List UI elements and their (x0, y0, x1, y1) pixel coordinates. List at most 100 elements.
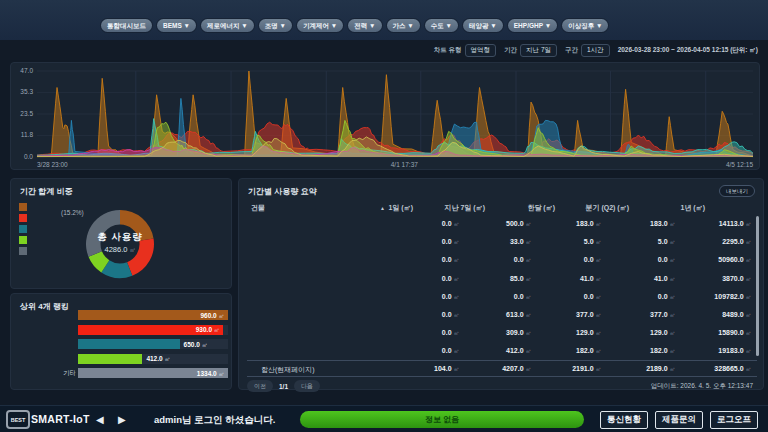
table-title: 기간별 사용량 요약 (248, 186, 316, 197)
cell-4-4: 109782.0 ㎥ (714, 293, 751, 301)
svg-text:23.5: 23.5 (20, 110, 33, 117)
period-select[interactable]: 지난 7일 (520, 44, 557, 57)
cell-5-3: 377.0 ㎥ (650, 311, 675, 319)
cell-3-1: 85.0 ㎥ (510, 275, 531, 283)
cell-7-0: 0.0 ㎥ (442, 347, 459, 355)
page-indicator: 1/1 (279, 383, 288, 390)
nav-gas[interactable]: 가스 ▼ (387, 19, 420, 32)
comm-status-button[interactable]: 통신현황 (600, 411, 648, 429)
cell-4-2: 0.0 ㎥ (584, 293, 601, 301)
col-header-3[interactable]: 분기 (Q2) (㎥) (585, 203, 629, 213)
cell-5-2: 377.0 ㎥ (576, 311, 601, 319)
next-arrow-button[interactable]: ▶ (118, 414, 126, 425)
summary-label: 합산(현재페이지) (261, 365, 315, 375)
brand-title: SMART-IoT (31, 413, 90, 425)
prev-arrow-button[interactable]: ◀ (96, 414, 104, 425)
total-usage-unit: ㎥ (130, 247, 136, 253)
nav-zero-energy[interactable]: 제로에너지 ▼ (201, 19, 254, 32)
total-usage-label: 총 사용량 (70, 231, 170, 244)
cell-1-4: 2295.0 ㎥ (722, 238, 751, 246)
ranking-track-0: 960.0 ㎥ (78, 310, 228, 320)
best-logo: BEST (6, 410, 30, 429)
ranking-row-2: 650.0 ㎥ (20, 339, 228, 349)
col-header-4[interactable]: 1년 (㎥) (681, 203, 706, 213)
col-header-0[interactable]: 1일 (㎥) (389, 203, 414, 213)
login-message: admin님 로그인 하셨습니다. (154, 414, 275, 427)
cell-5-1: 613.0 ㎥ (506, 311, 531, 319)
nav-bems[interactable]: BEMS ▼ (157, 19, 196, 32)
table-row-6[interactable]: 0.0 ㎥309.0 ㎥129.0 ㎥129.0 ㎥15890.0 ㎥ (239, 324, 765, 342)
filter-bar: 차트 유형 영역형 기간 지난 7일 구간 1시간 2026-03-28 23:… (0, 40, 768, 60)
cell-2-2: 0.0 ㎥ (584, 256, 601, 264)
cell-6-0: 0.0 ㎥ (442, 329, 459, 337)
table-row-5[interactable]: 0.0 ㎥613.0 ㎥377.0 ㎥377.0 ㎥8489.0 ㎥ (239, 306, 765, 324)
status-bar: BEST SMART-IoT ◀ ▶ admin님 로그인 하셨습니다. 정보 … (0, 405, 768, 432)
chart-type-select[interactable]: 영역형 (465, 44, 497, 57)
cell-1-2: 5.0 ㎥ (584, 238, 601, 246)
interval-select[interactable]: 1시간 (581, 44, 610, 57)
table-scrollbar[interactable] (756, 216, 759, 356)
nav-dashboard[interactable]: 통합대시보드 (101, 19, 152, 32)
cell-7-4: 19183.0 ㎥ (718, 347, 751, 355)
cell-7-3: 182.0 ㎥ (650, 347, 675, 355)
product-inquiry-button[interactable]: 제품문의 (655, 411, 703, 429)
cell-3-3: 41.0 ㎥ (654, 275, 675, 283)
cell-4-1: 0.0 ㎥ (514, 293, 531, 301)
donut-callout: (15.2%) (61, 209, 84, 216)
nav-ehp-ghp[interactable]: EHP/GHP ▼ (508, 19, 557, 32)
cell-6-2: 129.0 ㎥ (576, 329, 601, 337)
table-row-0[interactable]: 0.0 ㎥500.0 ㎥183.0 ㎥183.0 ㎥14113.0 ㎥ (239, 215, 765, 233)
svg-text:35.3: 35.3 (20, 88, 33, 95)
cell-2-1: 0.0 ㎥ (514, 256, 531, 264)
ranking-bar-2[interactable] (78, 339, 180, 349)
cell-0-1: 500.0 ㎥ (506, 220, 531, 228)
table-pagination: 이전 1/1 다음 (247, 380, 320, 392)
col-header-1[interactable]: 지난 7일 (㎥) (445, 203, 485, 213)
top-nav: 통합대시보드 BEMS ▼ 제로에너지 ▼ 조명 ▼ 기계제어 ▼ 전력 ▼ 가스 ▼ 수도 … (0, 0, 768, 40)
sort-asc-icon: ▲ (380, 205, 385, 211)
table-body: 0.0 ㎥500.0 ㎥183.0 ㎥183.0 ㎥14113.0 ㎥0.0 ㎥… (239, 215, 765, 361)
logoff-button[interactable]: 로그오프 (710, 411, 758, 429)
ranking-bars: 960.0 ㎥930.0 ㎥650.0 ㎥412.0 ㎥기타1334.0 ㎥ (20, 310, 228, 383)
nav-anomaly[interactable]: 이상징후 ▼ (562, 19, 608, 32)
next-page-button[interactable]: 다음 (294, 380, 320, 392)
svg-text:3/28 23:00: 3/28 23:00 (37, 161, 68, 168)
nav-solar[interactable]: 태양광 ▼ (463, 19, 503, 32)
nav-lighting[interactable]: 조명 ▼ (259, 19, 292, 32)
cell-6-1: 309.0 ㎥ (506, 329, 531, 337)
chart-type-label: 차트 유형 (434, 46, 462, 55)
alert-banner[interactable]: 정보 없음 (300, 411, 584, 428)
nav-water[interactable]: 수도 ▼ (425, 19, 458, 32)
cell-1-0: 0.0 ㎥ (442, 238, 459, 246)
nav-machine-control[interactable]: 기계제어 ▼ (297, 19, 343, 32)
last-updated: 업데이트: 2026. 4. 5. 오후 12:13:47 (651, 382, 753, 391)
period-label: 기간 (504, 46, 517, 55)
ranking-value-3: 412.0 ㎥ (146, 355, 170, 363)
svg-text:4/5 12:15: 4/5 12:15 (726, 161, 753, 168)
footer-buttons: 통신현황 제품문의 로그오프 (600, 411, 758, 429)
table-row-4[interactable]: 0.0 ㎥0.0 ㎥0.0 ㎥0.0 ㎥109782.0 ㎥ (239, 288, 765, 306)
table-row-7[interactable]: 0.0 ㎥412.0 ㎥182.0 ㎥182.0 ㎥19183.0 ㎥ (239, 342, 765, 360)
cell-0-2: 183.0 ㎥ (576, 220, 601, 228)
col-header-building[interactable]: 건물 (251, 203, 265, 213)
cell-7-2: 182.0 ㎥ (576, 347, 601, 355)
summary-cell-4: 328665.0 ㎥ (714, 365, 751, 373)
table-row-3[interactable]: 0.0 ㎥85.0 ㎥41.0 ㎥41.0 ㎥3870.0 ㎥ (239, 270, 765, 288)
ranking-row-1: 930.0 ㎥ (20, 325, 228, 335)
export-button[interactable]: 내보내기 (719, 185, 755, 197)
cell-2-0: 0.0 ㎥ (442, 256, 459, 264)
col-header-2[interactable]: 한달 (㎥) (527, 203, 555, 213)
nav-power[interactable]: 전력 ▼ (348, 19, 381, 32)
cell-2-4: 50960.0 ㎥ (718, 256, 751, 264)
prev-page-button[interactable]: 이전 (247, 380, 273, 392)
interval-label: 구간 (565, 46, 578, 55)
cell-0-0: 0.0 ㎥ (442, 220, 459, 228)
table-row-1[interactable]: 0.0 ㎥33.0 ㎥5.0 ㎥5.0 ㎥2295.0 ㎥ (239, 233, 765, 251)
ranking-bar-3[interactable] (78, 354, 142, 364)
ranking-value-0: 960.0 ㎥ (200, 312, 224, 320)
svg-text:0.0: 0.0 (24, 153, 33, 160)
cell-0-4: 14113.0 ㎥ (719, 220, 751, 228)
table-row-2[interactable]: 0.0 ㎥0.0 ㎥0.0 ㎥0.0 ㎥50960.0 ㎥ (239, 251, 765, 269)
cell-4-0: 0.0 ㎥ (442, 293, 459, 301)
top4-ranking-panel: 상위 4개 랭킹 960.0 ㎥930.0 ㎥650.0 ㎥412.0 ㎥기타1… (10, 293, 232, 390)
